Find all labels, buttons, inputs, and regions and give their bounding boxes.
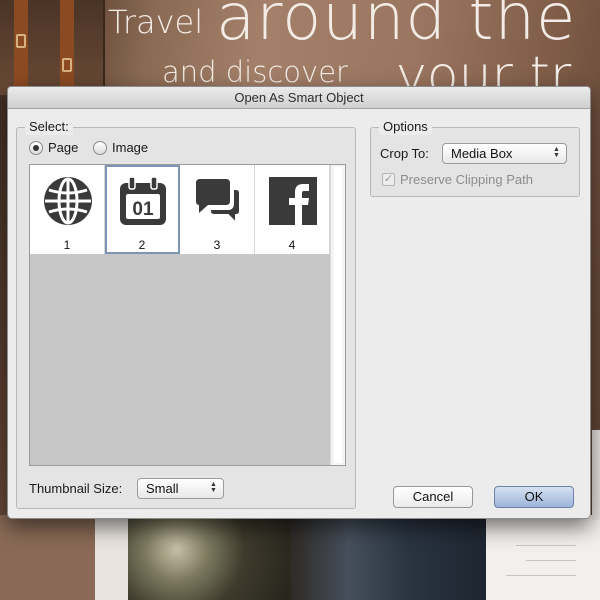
ok-button[interactable]: OK	[494, 486, 574, 508]
scrollbar-thumb[interactable]	[334, 167, 342, 463]
radio-page-label: Page	[48, 140, 79, 155]
thumbnail-page-1[interactable]: 1	[30, 165, 105, 254]
thumbnail-number: 4	[288, 238, 296, 252]
thumbnail-row: 1 01 2 3 4	[30, 165, 330, 254]
radio-page-button[interactable]	[29, 140, 43, 155]
svg-text:01: 01	[132, 199, 154, 220]
thumbnail-page-3[interactable]: 3	[180, 165, 255, 254]
bottom-map-panel	[486, 515, 600, 600]
buckle	[16, 34, 26, 48]
thumbnail-scrollbar[interactable]	[330, 165, 345, 465]
options-group: Options Crop To: Media Box ▲ ▼ ✓ Preserve…	[370, 119, 580, 197]
crop-to-label: Crop To:	[380, 146, 429, 161]
globe-icon	[44, 177, 92, 225]
side-panel	[592, 430, 600, 520]
chat-bubbles-icon	[196, 179, 241, 226]
radio-page[interactable]: Page	[29, 140, 78, 155]
options-legend: Options	[379, 119, 432, 135]
crop-to-value: Media Box	[451, 146, 513, 161]
thumbnail-page-4[interactable]: 4	[255, 165, 330, 254]
thumbnail-list[interactable]: 1 01 2 3 4	[29, 164, 346, 466]
backpack-strap	[60, 0, 74, 90]
radio-image-label: Image	[112, 140, 149, 155]
cancel-button[interactable]: Cancel	[393, 486, 473, 508]
open-as-smart-object-dialog: Open As Smart Object Select: Page Image	[7, 86, 591, 519]
crop-to-dropdown[interactable]: Media Box ▲ ▼	[442, 143, 567, 164]
select-legend: Select:	[25, 119, 73, 135]
bottom-photo-person	[290, 515, 486, 600]
preserve-clipping-path-option[interactable]: ✓ Preserve Clipping Path	[382, 172, 533, 187]
hero-text-around: around the w	[216, 0, 600, 55]
thumbnail-size-label: Thumbnail Size:	[29, 481, 123, 496]
dropdown-arrows-icon: ▲ ▼	[210, 481, 217, 494]
facebook-icon	[269, 177, 317, 225]
thumbnail-size-dropdown[interactable]: Small ▲ ▼	[137, 478, 224, 499]
thumbnail-page-2[interactable]: 01 2	[105, 165, 180, 254]
hero-text-travel: Travel	[108, 3, 204, 41]
thumbnail-number: 2	[138, 238, 146, 252]
thumbnail-number: 3	[213, 238, 221, 252]
radio-image-button[interactable]	[93, 140, 107, 155]
calendar-icon: 01	[120, 176, 166, 225]
thumbnail-size-value: Small	[146, 481, 179, 496]
radio-image[interactable]: Image	[93, 140, 148, 155]
thumbnail-number: 1	[63, 238, 71, 252]
dialog-title[interactable]: Open As Smart Object	[8, 87, 590, 109]
buckle	[62, 58, 72, 72]
preserve-clipping-label: Preserve Clipping Path	[400, 172, 533, 187]
select-group: Select: Page Image 1 01 2 3 4 Thumbnail …	[16, 119, 356, 509]
hero-text-discover: and discover	[162, 55, 348, 89]
bottom-photo-left	[0, 515, 95, 600]
bottom-photo-forest	[128, 515, 290, 600]
preserve-clipping-checkbox[interactable]: ✓	[382, 173, 395, 186]
dropdown-arrows-icon: ▲ ▼	[553, 146, 560, 159]
